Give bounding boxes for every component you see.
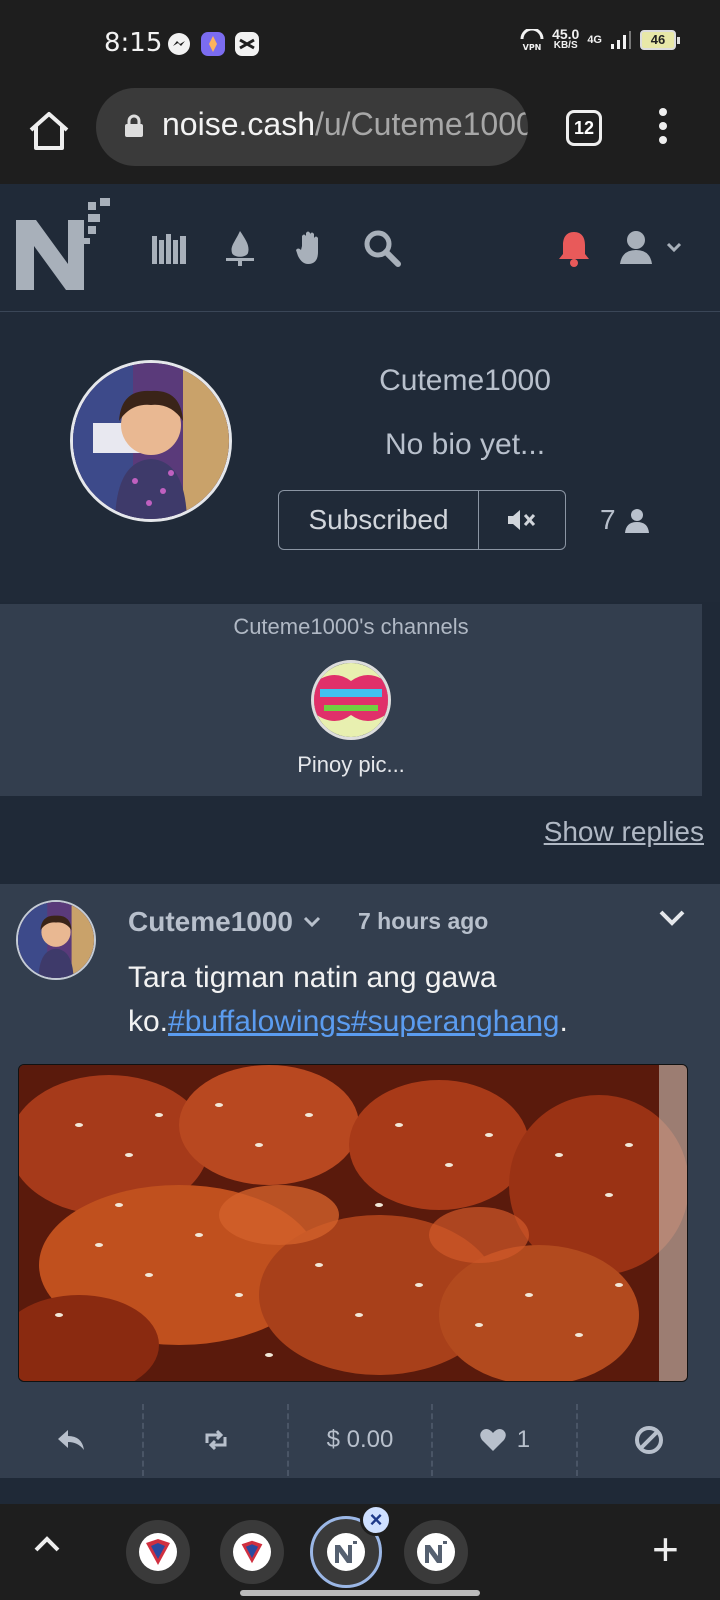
profile-header: Cuteme1000 No bio yet... Subscribed 7 bbox=[0, 312, 720, 602]
noise-cash-logo[interactable] bbox=[14, 198, 114, 298]
heart-icon bbox=[479, 1429, 506, 1451]
channels-section: Cuteme1000's channels Pinoy pic... bbox=[0, 604, 702, 796]
tab-thumbnail[interactable] bbox=[220, 1520, 284, 1584]
flame-icon[interactable] bbox=[220, 228, 260, 268]
repost-button[interactable] bbox=[144, 1404, 289, 1476]
post-author[interactable]: Cuteme1000 bbox=[128, 906, 321, 938]
tab-thumbnail[interactable] bbox=[126, 1520, 190, 1584]
subscribed-button[interactable]: Subscribed bbox=[279, 491, 479, 549]
capcut-icon bbox=[235, 32, 259, 56]
tab-thumbnail[interactable] bbox=[404, 1520, 468, 1584]
repost-icon bbox=[205, 1429, 227, 1451]
user-icon bbox=[624, 509, 649, 533]
post-card: Cuteme1000 7 hours ago Tara tigman natin… bbox=[0, 884, 720, 1478]
post-actions: $ 0.00 1 bbox=[0, 1404, 720, 1476]
block-button[interactable] bbox=[578, 1404, 720, 1476]
channel-thumbnail[interactable] bbox=[311, 660, 391, 740]
like-button[interactable]: 1 bbox=[433, 1404, 578, 1476]
post-image[interactable] bbox=[18, 1064, 688, 1382]
net-speed: 45.0 KB/S bbox=[552, 26, 580, 51]
tip-button[interactable]: $ 0.00 bbox=[289, 1404, 434, 1476]
like-count: 1 bbox=[516, 1426, 531, 1453]
messenger-icon bbox=[168, 33, 190, 55]
new-tab-button[interactable]: + bbox=[652, 1526, 679, 1572]
profile-avatar[interactable] bbox=[70, 360, 232, 522]
post-author-avatar[interactable] bbox=[16, 900, 96, 980]
profile-bio: No bio yet... bbox=[384, 428, 546, 461]
read-cash-icon bbox=[146, 1539, 170, 1565]
channel-name[interactable]: Pinoy pic... bbox=[0, 752, 702, 778]
network-type: 4G bbox=[587, 34, 602, 46]
post-hashtags-link[interactable]: #buffalowings#superanghang bbox=[168, 1005, 559, 1038]
browser-tab-strip: × + bbox=[0, 1504, 720, 1600]
address-bar[interactable]: noise.cash/u/Cuteme1000 bbox=[96, 88, 528, 166]
vpn-icon: VPN bbox=[520, 29, 544, 51]
mute-button[interactable] bbox=[479, 491, 565, 549]
subscriber-count: 7 bbox=[600, 504, 650, 536]
browser-toolbar: noise.cash/u/Cuteme1000 12 bbox=[0, 88, 720, 184]
app-notification-icon bbox=[201, 32, 225, 56]
close-tab-icon[interactable]: × bbox=[360, 1504, 392, 1536]
show-replies-link[interactable]: Show replies bbox=[544, 816, 704, 848]
user-menu-icon[interactable] bbox=[620, 228, 690, 268]
gesture-bar bbox=[240, 1590, 480, 1596]
subscribe-group: Subscribed bbox=[278, 490, 566, 550]
channels-title: Cuteme1000's channels bbox=[233, 614, 469, 639]
signal-icon bbox=[611, 31, 631, 49]
browser-menu-icon[interactable] bbox=[656, 108, 670, 148]
status-bar: 8:15 VPN 45.0 KB/S 4G 46 bbox=[0, 0, 720, 88]
reply-button[interactable] bbox=[0, 1404, 145, 1476]
lock-icon bbox=[125, 114, 143, 137]
reply-icon bbox=[58, 1430, 85, 1450]
noise-cash-icon bbox=[425, 1541, 447, 1563]
url-text: noise.cash/u/Cuteme1000 bbox=[162, 106, 528, 142]
noise-cash-icon bbox=[335, 1541, 357, 1563]
profile-username: Cuteme1000 bbox=[379, 364, 551, 397]
svg-text:VPN: VPN bbox=[523, 43, 542, 51]
mute-icon bbox=[508, 510, 536, 530]
status-time: 8:15 bbox=[104, 28, 163, 58]
bell-icon[interactable] bbox=[554, 228, 594, 268]
tab-switcher-button[interactable]: 12 bbox=[566, 110, 602, 146]
battery-indicator: 46 bbox=[640, 30, 680, 50]
post-options-chevron-icon[interactable] bbox=[658, 908, 686, 928]
block-icon bbox=[634, 1426, 663, 1454]
library-icon[interactable] bbox=[150, 228, 190, 268]
search-icon[interactable] bbox=[362, 228, 402, 268]
read-cash-icon bbox=[241, 1540, 263, 1564]
post-timestamp: 7 hours ago bbox=[358, 908, 489, 934]
chevron-down-icon bbox=[303, 916, 321, 928]
home-icon[interactable] bbox=[26, 108, 72, 154]
hand-icon[interactable] bbox=[292, 228, 332, 268]
post-text: Tara tigman natin ang gawa ko.#buffalowi… bbox=[128, 961, 568, 1038]
site-navbar bbox=[0, 184, 720, 312]
chevron-up-icon[interactable] bbox=[32, 1534, 62, 1554]
